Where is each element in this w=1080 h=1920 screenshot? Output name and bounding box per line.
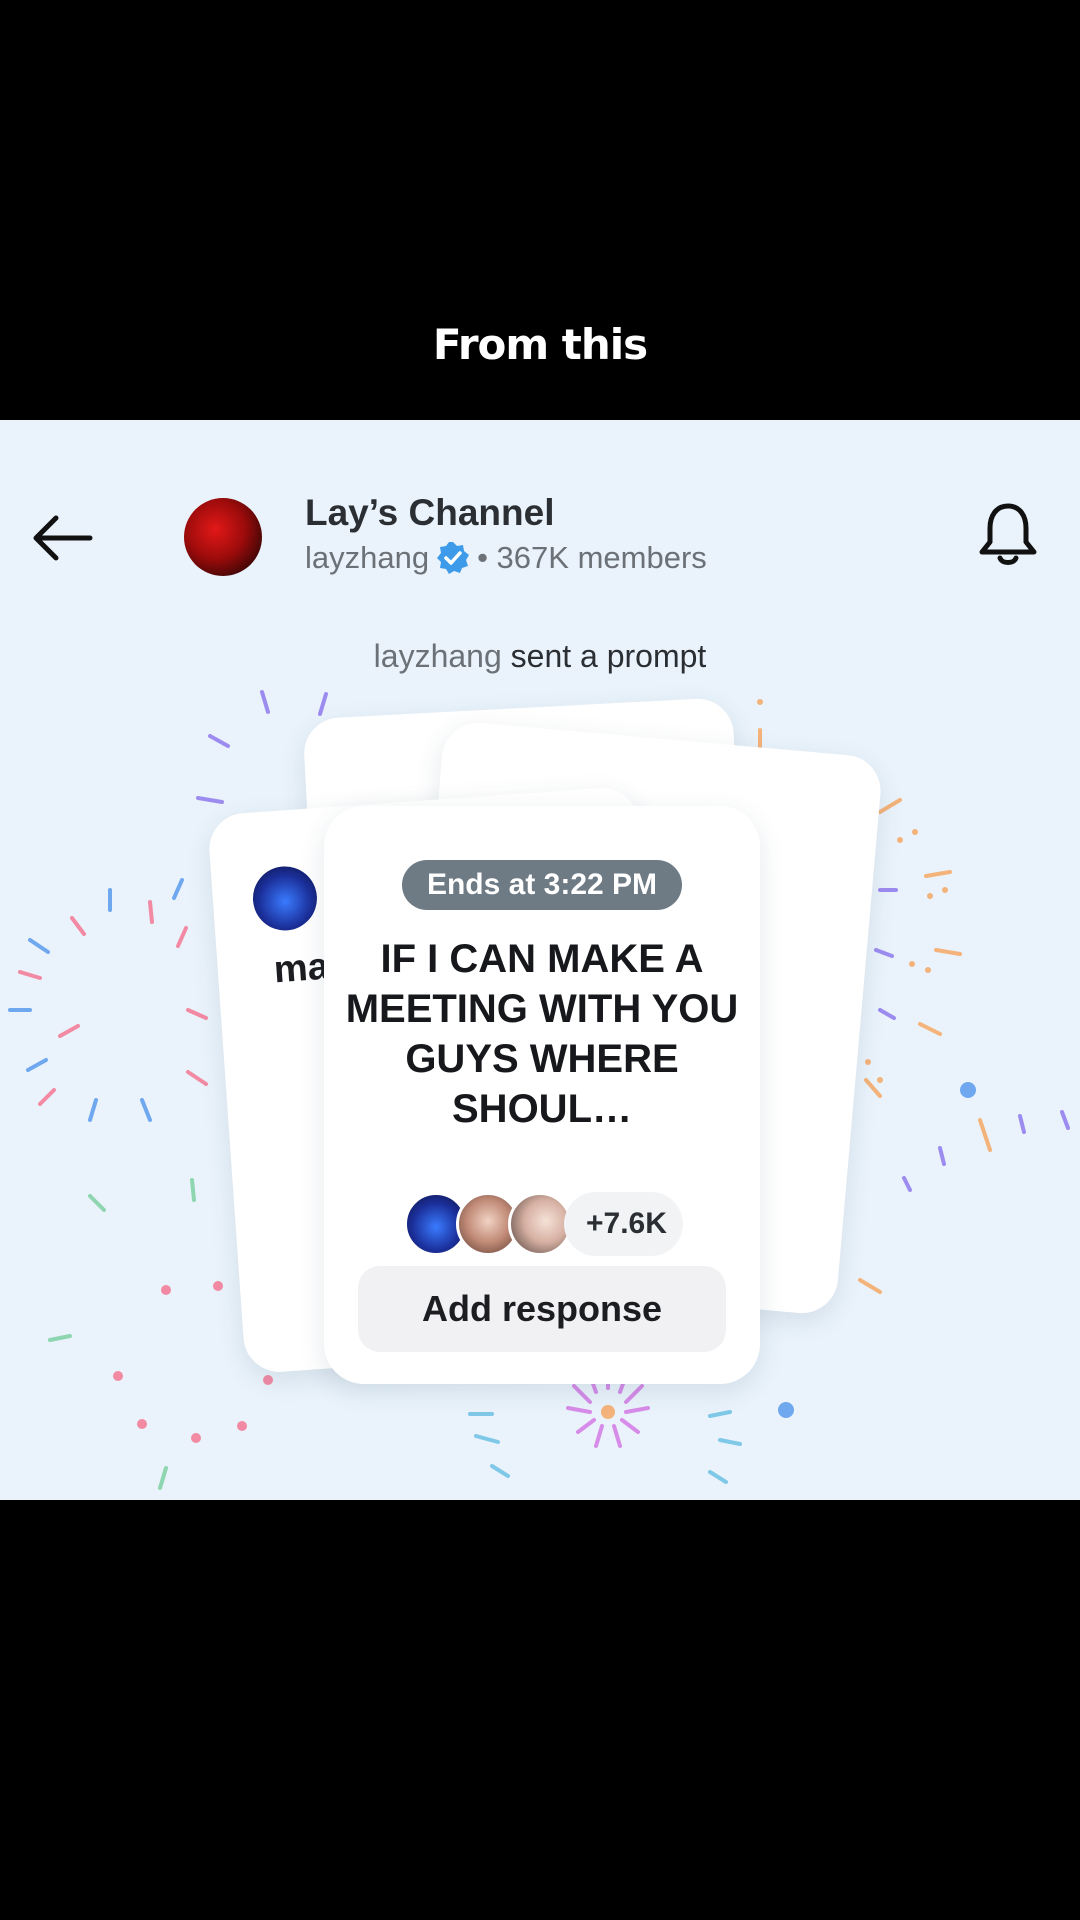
arrow-left-icon xyxy=(33,515,93,561)
response-count: +7.6K xyxy=(564,1192,683,1256)
video-caption: From this xyxy=(432,320,648,369)
channel-subtitle: layzhang • 367K members xyxy=(305,540,707,576)
avatar xyxy=(250,864,320,933)
bell-icon xyxy=(979,503,1037,565)
ends-at-badge: Ends at 3:22 PM xyxy=(402,860,682,910)
notification-bell-button[interactable] xyxy=(976,500,1040,570)
channel-avatar[interactable] xyxy=(184,498,262,576)
channel-title[interactable]: Lay’s Channel xyxy=(305,492,554,534)
prompt-question: IF I CAN MAKE A MEETING WITH YOU GUYS WH… xyxy=(345,937,739,1131)
back-button[interactable] xyxy=(30,508,102,568)
prompt-card[interactable]: Ends at 3:22 PM IF I CAN MAKE A MEETING … xyxy=(324,806,760,1384)
channel-screen: Lay’s Channel layzhang • 367K members la… xyxy=(0,420,1080,1500)
card-partial-text: ma xyxy=(272,945,331,992)
prompt-sent-notice: layzhang sent a prompt xyxy=(0,638,1080,675)
bottom-letterbox xyxy=(0,1500,1080,1920)
avatar xyxy=(508,1192,572,1256)
verified-badge-icon xyxy=(437,542,470,574)
channel-username[interactable]: layzhang xyxy=(305,540,429,576)
prompt-sender[interactable]: layzhang xyxy=(374,638,502,674)
member-count: • 367K members xyxy=(477,540,707,575)
prompt-sent-text: sent a prompt xyxy=(501,638,707,674)
responders-row[interactable]: +7.6K xyxy=(404,1192,683,1256)
add-response-button[interactable]: Add response xyxy=(358,1266,726,1352)
